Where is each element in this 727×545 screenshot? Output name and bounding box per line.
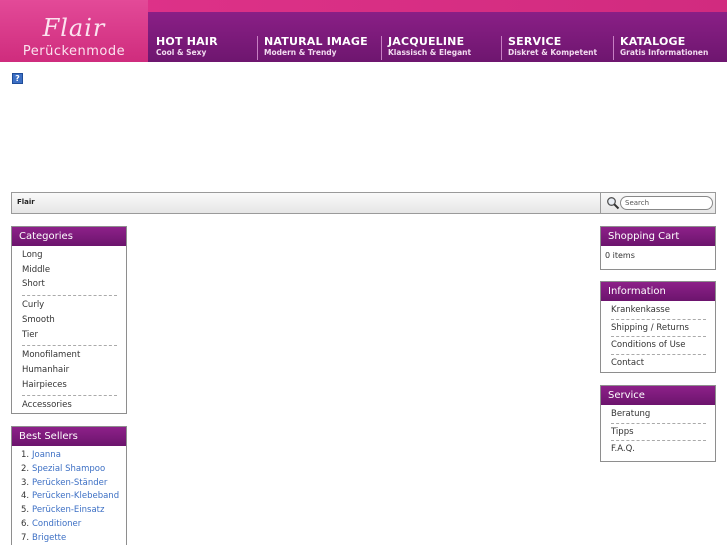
rank-number: 4. (21, 491, 30, 502)
service-list: Beratung Tipps F.A.Q. (601, 405, 715, 462)
info-link-contact[interactable]: Contact (611, 355, 706, 372)
nav-item-kataloge[interactable]: KATALOGE Gratis Informationen (613, 36, 708, 60)
help-icon[interactable]: ? (12, 73, 23, 84)
info-link-krankenkasse[interactable]: Krankenkasse (611, 302, 706, 320)
product-link[interactable]: Spezial Shampoo (32, 464, 105, 474)
divider (600, 193, 601, 213)
divider (22, 345, 117, 347)
nav-title: SERVICE (508, 35, 562, 48)
cart-status: 0 items (605, 251, 635, 260)
nav-item-natural-image[interactable]: NATURAL IMAGE Modern & Trendy (257, 36, 368, 60)
list-item: 7. Brigette (21, 532, 126, 545)
list-item: 6. Conditioner (21, 518, 126, 532)
category-link-short[interactable]: Short (22, 277, 117, 292)
categories-title: Categories (12, 227, 126, 246)
category-link-monofilament[interactable]: Monofilament (22, 348, 117, 363)
nav-title: HOT HAIR (156, 35, 218, 48)
search-icon[interactable] (606, 196, 620, 210)
list-item: 4. Perücken-Klebeband (21, 490, 126, 504)
logo-script-text: Flair (42, 14, 106, 42)
category-link-middle[interactable]: Middle (22, 263, 117, 278)
nav-item-jacqueline[interactable]: JACQUELINE Klassisch & Elegant (381, 36, 471, 60)
main-nav: HOT HAIR Cool & Sexy NATURAL IMAGE Moder… (148, 12, 727, 62)
product-link[interactable]: Joanna (32, 450, 61, 460)
logo[interactable]: Flair Perückenmode (0, 0, 148, 62)
product-link[interactable]: Perücken-Einsatz (32, 505, 104, 515)
shopping-cart-title: Shopping Cart (601, 227, 715, 246)
service-link-beratung[interactable]: Beratung (611, 406, 706, 424)
nav-subtitle: Modern & Trendy (264, 48, 337, 57)
breadcrumb-bar: Flair (11, 192, 716, 214)
product-link[interactable]: Conditioner (32, 519, 81, 529)
category-link-smooth[interactable]: Smooth (22, 313, 117, 328)
list-item: 2. Spezial Shampoo (21, 463, 126, 477)
list-item: 3. Perücken-Ständer (21, 477, 126, 491)
rank-number: 3. (21, 477, 30, 488)
category-link-hairpieces[interactable]: Hairpieces (22, 378, 117, 393)
nav-title: JACQUELINE (388, 35, 465, 48)
list-item: 1. Joanna (21, 449, 126, 463)
info-link-conditions-of-use[interactable]: Conditions of Use (611, 337, 706, 355)
category-link-accessories[interactable]: Accessories (22, 398, 117, 413)
breadcrumb[interactable]: Flair (17, 198, 35, 206)
service-box: Service Beratung Tipps F.A.Q. (600, 385, 716, 462)
search-input[interactable] (620, 196, 713, 210)
list-item: 5. Perücken-Einsatz (21, 504, 126, 518)
product-link[interactable]: Perücken-Ständer (32, 478, 107, 488)
service-link-faq[interactable]: F.A.Q. (611, 441, 706, 458)
product-link[interactable]: Perücken-Klebeband (32, 491, 119, 501)
service-link-tipps[interactable]: Tipps (611, 424, 706, 442)
rank-number: 6. (21, 518, 30, 529)
site-header: Flair Perückenmode HOT HAIR Cool & Sexy … (0, 0, 727, 62)
nav-subtitle: Gratis Informationen (620, 48, 709, 57)
category-link-curly[interactable]: Curly (22, 298, 117, 313)
category-link-tier[interactable]: Tier (22, 328, 117, 343)
nav-item-hot-hair[interactable]: HOT HAIR Cool & Sexy (150, 36, 218, 60)
information-box: Information Krankenkasse Shipping / Retu… (600, 281, 716, 373)
divider (22, 295, 117, 297)
rank-number: 2. (21, 463, 30, 474)
categories-box: Categories Long Middle Short Curly Smoot… (11, 226, 127, 414)
rank-number: 7. (21, 532, 30, 543)
divider (22, 395, 117, 397)
best-sellers-title: Best Sellers (12, 427, 126, 446)
nav-item-service[interactable]: SERVICE Diskret & Kompetent (501, 36, 597, 60)
rank-number: 1. (21, 450, 30, 460)
nav-subtitle: Diskret & Kompetent (508, 48, 598, 57)
categories-list: Long Middle Short Curly Smooth Tier Mono… (12, 246, 126, 417)
category-link-long[interactable]: Long (22, 248, 117, 263)
information-title: Information (601, 282, 715, 301)
nav-subtitle: Klassisch & Elegant (388, 48, 472, 57)
rank-number: 5. (21, 505, 30, 516)
product-link[interactable]: Brigette (32, 533, 66, 543)
nav-subtitle: Cool & Sexy (156, 48, 207, 57)
category-link-humanhair[interactable]: Humanhair (22, 363, 117, 378)
information-list: Krankenkasse Shipping / Returns Conditio… (601, 301, 715, 375)
nav-title: KATALOGE (620, 35, 686, 48)
best-sellers-box: Best Sellers 1. Joanna 2. Spezial Shampoo … (11, 426, 127, 545)
nav-title: NATURAL IMAGE (264, 35, 368, 48)
logo-subtitle: Perückenmode (22, 44, 126, 59)
service-title: Service (601, 386, 715, 405)
shopping-cart-box: Shopping Cart 0 items (600, 226, 716, 270)
best-sellers-list: 1. Joanna 2. Spezial Shampoo 3. Perücken-St… (12, 446, 126, 545)
info-link-shipping-returns[interactable]: Shipping / Returns (611, 320, 706, 338)
